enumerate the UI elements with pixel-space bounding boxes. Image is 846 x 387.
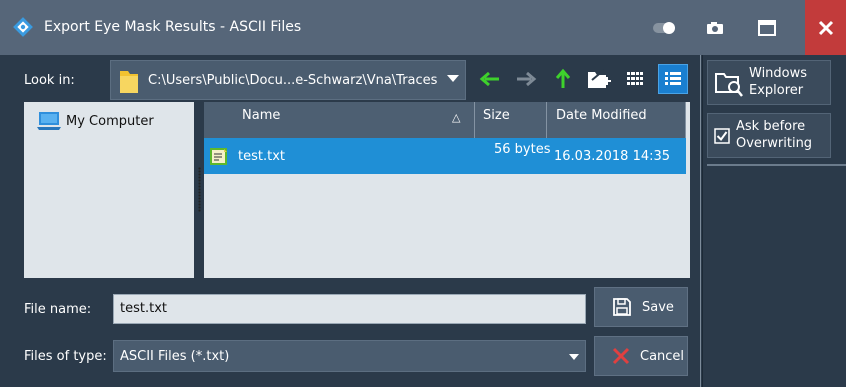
close-icon — [818, 20, 833, 35]
up-folder-icon — [555, 68, 571, 88]
panel-divider — [700, 55, 701, 387]
windows-explorer-button[interactable]: Windows Explorer — [707, 60, 831, 105]
file-date-cell: 16.03.2018 14:35 — [554, 149, 671, 164]
window-title: Export Eye Mask Results - ASCII Files — [44, 19, 302, 35]
file-name-input[interactable]: test.txt — [113, 294, 586, 324]
detail-view-button[interactable] — [658, 64, 688, 94]
windows-explorer-label-line1: Windows — [749, 66, 808, 81]
file-row-selected[interactable]: test.txt 56 bytes 16.03.2018 14:35 — [204, 138, 686, 174]
chevron-down-icon[interactable] — [447, 75, 459, 82]
file-list: Name △ Size Date Modified test.txt 56 by… — [204, 102, 690, 278]
sort-ascending-icon: △ — [452, 111, 461, 124]
location-label: My Computer — [66, 114, 154, 129]
column-header-size[interactable]: Size — [475, 102, 547, 138]
locations-pane: My Computer — [24, 102, 194, 278]
close-button[interactable] — [805, 0, 846, 55]
look-in-label: Look in: — [24, 73, 75, 88]
windows-explorer-label-line2: Explorer — [749, 83, 804, 98]
column-size-label: Size — [483, 108, 510, 123]
file-size-cell: 56 bytes — [494, 142, 551, 157]
text-file-icon — [210, 146, 227, 165]
column-date-label: Date Modified — [556, 108, 647, 123]
column-header-date[interactable]: Date Modified — [547, 102, 686, 138]
new-folder-button[interactable] — [584, 64, 614, 94]
ask-before-label-line2: Overwriting — [736, 136, 813, 151]
column-name-label: Name — [242, 108, 281, 123]
file-name-cell: test.txt — [238, 149, 285, 164]
forward-arrow-icon — [517, 71, 537, 87]
save-button[interactable]: Save — [594, 287, 688, 327]
pane-splitter[interactable] — [197, 102, 202, 278]
up-folder-button[interactable] — [548, 64, 578, 94]
file-type-combo[interactable]: ASCII Files (*.txt) — [113, 340, 586, 372]
look-in-combo[interactable]: C:\Users\Public\Docu...e-Schwarz\Vna\Tra… — [110, 60, 466, 100]
new-folder-icon — [588, 69, 611, 88]
detail-view-icon — [665, 72, 681, 85]
app-logo-icon — [13, 17, 33, 37]
screenshot-button[interactable] — [688, 0, 742, 55]
list-view-button[interactable] — [620, 64, 650, 94]
file-name-label: File name: — [24, 302, 92, 317]
file-type-label: Files of type: — [24, 349, 107, 364]
toggle-icon — [653, 21, 675, 34]
splitter-grip — [198, 167, 201, 212]
back-arrow-icon — [479, 71, 499, 87]
file-type-value: ASCII Files (*.txt) — [120, 349, 230, 364]
cancel-label: Cancel — [640, 348, 685, 364]
chevron-down-icon[interactable] — [569, 354, 579, 360]
back-button[interactable] — [475, 64, 505, 94]
column-header-name[interactable]: Name △ — [204, 102, 475, 138]
side-panel-separator — [707, 164, 846, 166]
list-view-icon — [627, 72, 643, 85]
location-item[interactable]: My Computer — [32, 110, 192, 134]
cancel-x-icon — [612, 347, 630, 365]
export-dialog: Export Eye Mask Results - ASCII Files Lo… — [0, 0, 846, 387]
checkbox-checked-icon — [714, 128, 730, 144]
panel-divider-shadow — [702, 55, 703, 387]
forward-button[interactable] — [511, 64, 541, 94]
save-label: Save — [642, 299, 674, 315]
maximize-button[interactable] — [740, 0, 794, 55]
cancel-button[interactable]: Cancel — [594, 336, 688, 376]
folder-icon — [120, 71, 138, 93]
title-bar: Export Eye Mask Results - ASCII Files — [0, 0, 846, 55]
ask-before-overwriting-checkbox[interactable]: Ask before Overwriting — [707, 113, 831, 158]
toggle-button[interactable] — [638, 0, 692, 55]
explorer-folder-search-icon — [715, 73, 743, 97]
save-disk-icon — [613, 298, 631, 316]
camera-icon — [707, 21, 723, 34]
look-in-path: C:\Users\Public\Docu...e-Schwarz\Vna\Tra… — [148, 73, 438, 88]
maximize-icon — [758, 19, 776, 36]
computer-icon — [37, 112, 61, 130]
ask-before-label-line1: Ask before — [736, 119, 806, 134]
